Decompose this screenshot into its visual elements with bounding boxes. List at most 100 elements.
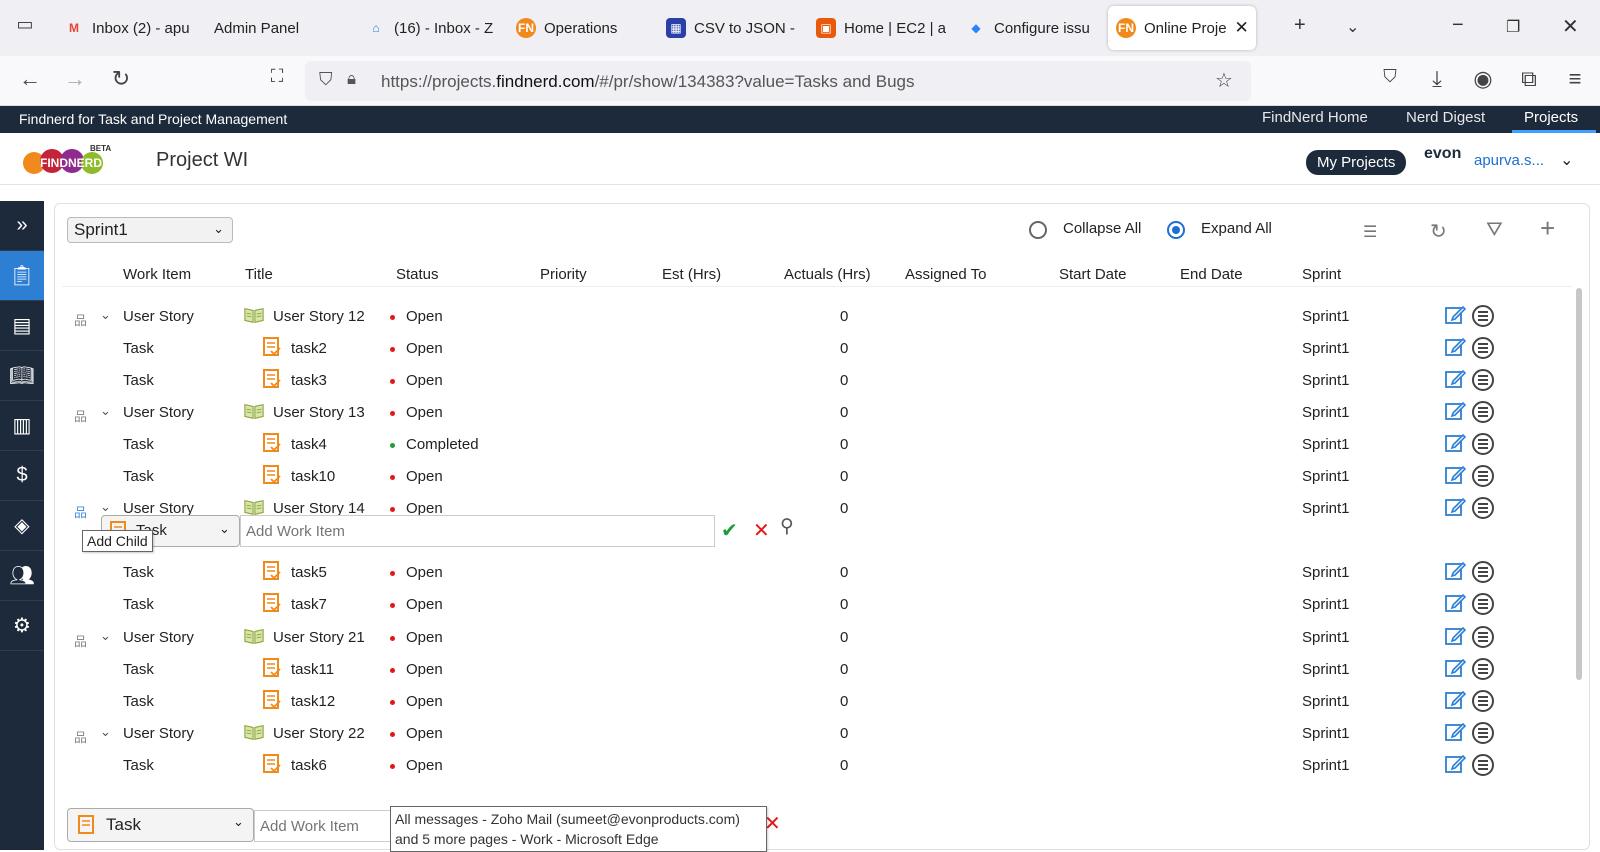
edit-icon[interactable] — [1444, 464, 1466, 486]
work-item-status[interactable]: Open — [406, 725, 443, 742]
edit-icon[interactable] — [1444, 336, 1466, 358]
sidebar-item-layers[interactable]: ◈ — [0, 501, 44, 551]
col-status[interactable]: Status — [396, 266, 439, 283]
tab-gmail[interactable]: M Inbox (2) - apu — [64, 6, 199, 50]
work-item-title[interactable]: task10 — [291, 468, 335, 485]
hierarchy-icon[interactable]: 品 — [74, 502, 87, 521]
col-work-item[interactable]: Work Item — [123, 266, 191, 283]
row-menu-icon[interactable] — [1472, 722, 1494, 744]
work-item-status[interactable]: Open — [406, 629, 443, 646]
work-item-title[interactable]: User Story 22 — [273, 725, 365, 742]
row-menu-icon[interactable] — [1472, 626, 1494, 648]
row-menu-icon[interactable] — [1472, 690, 1494, 712]
table-row[interactable]: 品 ⌄ User Story User Story 13 Open 0 Sprint1 — [62, 398, 1562, 430]
work-item-status[interactable]: Open — [406, 564, 443, 581]
url-text[interactable]: https://projects.findnerd.com/#/pr/show/… — [381, 72, 914, 92]
row-menu-icon[interactable] — [1472, 433, 1494, 455]
table-scrollbar[interactable] — [1576, 288, 1582, 680]
edit-icon[interactable] — [1444, 368, 1466, 390]
row-menu-icon[interactable] — [1472, 401, 1494, 423]
sidebar-item-billing[interactable]: $ — [0, 451, 44, 501]
close-tab-icon[interactable]: ✕ — [1235, 18, 1249, 38]
new-item-type-select[interactable]: Task ⌄ — [67, 808, 254, 842]
hierarchy-icon[interactable]: 品 — [74, 406, 87, 425]
my-projects-button[interactable]: My Projects — [1306, 150, 1407, 175]
menu-icon[interactable]: ≡ — [1560, 66, 1590, 92]
bookmark-star-icon[interactable]: ☆ — [1215, 68, 1233, 93]
sidebar-item-reports[interactable]: ▥ — [0, 401, 44, 451]
back-icon[interactable]: ← — [15, 66, 45, 92]
table-row[interactable]: Task task2 Open 0 Sprint1 — [62, 334, 1562, 366]
findnerd-logo[interactable]: FINDNERD BETA — [22, 141, 118, 177]
row-menu-icon[interactable] — [1472, 561, 1494, 583]
sidebar-item-settings[interactable]: ⚙ — [0, 601, 44, 651]
table-row[interactable]: 品 ⌄ User Story User Story 21 Open 0 Sprint1 — [62, 623, 1562, 655]
reload-icon[interactable]: ↻ — [106, 66, 136, 92]
row-menu-icon[interactable] — [1472, 305, 1494, 327]
tab-zoho-inbox[interactable]: ⌂ (16) - Inbox - Z — [366, 6, 501, 50]
edit-icon[interactable] — [1444, 689, 1466, 711]
chevron-down-icon[interactable]: ⌄ — [100, 307, 111, 323]
add-item-icon[interactable]: + — [1540, 213, 1555, 244]
minimize-icon[interactable]: − — [1452, 14, 1464, 37]
tab-csv-to-json[interactable]: ▦ CSV to JSON - — [666, 6, 801, 50]
search-icon[interactable]: ⚲ — [780, 515, 794, 538]
work-item-title[interactable]: task7 — [291, 596, 327, 613]
nav-nerd-digest[interactable]: Nerd Digest — [1406, 109, 1485, 126]
tab-operations[interactable]: FN Operations — [516, 6, 651, 50]
sprint-select[interactable]: Sprint1 ⌄ — [67, 217, 233, 243]
close-window-icon[interactable]: ✕ — [1562, 14, 1579, 39]
table-row[interactable]: 品 ⌄ User Story User Story 12 Open 0 Sprint1 — [62, 302, 1562, 334]
work-item-status[interactable]: Open — [406, 308, 443, 325]
add-child-input[interactable] — [240, 515, 715, 547]
filter-icon[interactable]: ⛛ — [1486, 219, 1503, 242]
work-item-title[interactable]: task5 — [291, 564, 327, 581]
work-item-title[interactable]: task3 — [291, 372, 327, 389]
new-item-input[interactable] — [254, 810, 394, 842]
hierarchy-icon[interactable]: 品 — [74, 310, 87, 329]
chevron-down-icon[interactable]: ⌄ — [100, 724, 111, 740]
work-item-title[interactable]: User Story 21 — [273, 629, 365, 646]
work-item-title[interactable]: task12 — [291, 693, 335, 710]
expand-all-label[interactable]: Expand All — [1201, 220, 1272, 237]
chevron-down-icon[interactable]: ⌄ — [100, 499, 111, 515]
table-row[interactable]: Task task11 Open 0 Sprint1 — [62, 655, 1562, 687]
table-row[interactable]: Task task5 Open 0 Sprint1 — [62, 558, 1562, 590]
downloads-icon[interactable]: ⤓ — [1422, 66, 1452, 92]
tab-list-chevron-icon[interactable]: ⌄ — [1346, 17, 1359, 37]
row-menu-icon[interactable] — [1472, 658, 1494, 680]
refresh-icon[interactable]: ↻ — [1430, 219, 1447, 244]
row-menu-icon[interactable] — [1472, 337, 1494, 359]
hierarchy-icon[interactable]: 品 — [74, 631, 87, 650]
expand-sidebar-icon[interactable]: » — [0, 201, 44, 251]
hierarchy-icon[interactable]: 品 — [74, 727, 87, 746]
new-tab-icon[interactable]: + — [1294, 14, 1306, 37]
work-item-status[interactable]: Open — [406, 340, 443, 357]
row-menu-icon[interactable] — [1472, 754, 1494, 776]
edit-icon[interactable] — [1444, 400, 1466, 422]
cancel-x-icon[interactable]: ✕ — [753, 518, 770, 543]
tab-ec2[interactable]: ▣ Home | EC2 | a — [816, 6, 951, 50]
work-item-title[interactable]: task6 — [291, 757, 327, 774]
table-row[interactable]: Task task4 Completed 0 Sprint1 — [62, 430, 1562, 462]
tab-admin-panel[interactable]: Admin Panel — [214, 6, 349, 50]
work-item-title[interactable]: task11 — [291, 661, 334, 678]
user-name[interactable]: apurva.s... — [1474, 152, 1544, 169]
work-item-status[interactable]: Open — [406, 404, 443, 421]
user-menu-chevron-icon[interactable]: ⌄ — [1560, 150, 1573, 170]
pocket-icon[interactable]: ⛉ — [1375, 66, 1405, 87]
work-item-status[interactable]: Open — [406, 757, 443, 774]
sidebar-item-work-items[interactable]: 📋︎ — [0, 251, 44, 301]
tab-jira[interactable]: ◆ Configure issu — [966, 6, 1101, 50]
work-item-status[interactable]: Open — [406, 661, 443, 678]
screenshot-icon[interactable]: ⛶ — [262, 66, 292, 87]
edit-icon[interactable] — [1444, 496, 1466, 518]
table-row[interactable]: Task task12 Open 0 Sprint1 — [62, 687, 1562, 719]
col-priority[interactable]: Priority — [540, 266, 587, 283]
work-item-status[interactable]: Open — [406, 468, 443, 485]
sidebar-item-board[interactable]: ▤ — [0, 301, 44, 351]
col-assigned-to[interactable]: Assigned To — [905, 266, 986, 283]
work-item-title[interactable]: task2 — [291, 340, 327, 357]
table-row[interactable]: Task task10 Open 0 Sprint1 — [62, 462, 1562, 494]
collapse-all-label[interactable]: Collapse All — [1063, 220, 1141, 237]
